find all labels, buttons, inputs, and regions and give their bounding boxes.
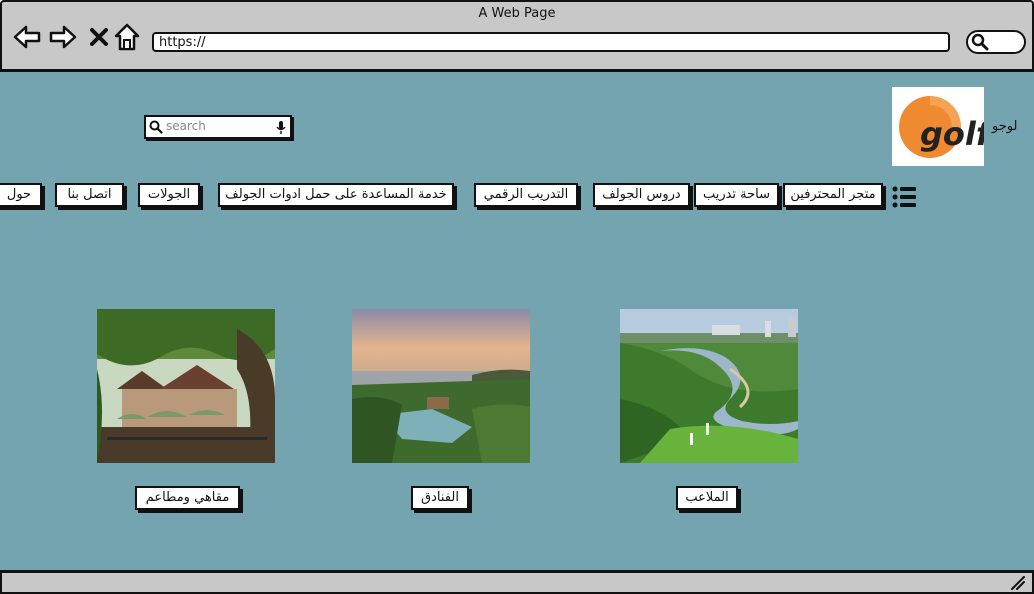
home-button[interactable] — [112, 22, 142, 52]
home-icon — [114, 23, 140, 51]
golf-logo-icon: golf — [899, 96, 994, 158]
address-text: https:// — [159, 35, 206, 50]
nav-contact-us[interactable]: اتصل بنا — [55, 183, 124, 207]
golf-course-image[interactable] — [620, 309, 798, 463]
hamburger-icon — [892, 186, 916, 208]
window-title: A Web Page — [478, 6, 556, 21]
search-icon — [149, 120, 163, 134]
search-icon — [971, 33, 989, 51]
resize-grip-icon[interactable] — [1010, 576, 1026, 590]
arrow-left-icon — [13, 25, 41, 49]
status-bar — [0, 570, 1034, 594]
arrow-right-icon — [49, 25, 77, 49]
stop-button[interactable] — [84, 22, 114, 52]
page-content: لوجو golf search متجر المحترفين ساحة تدر… — [0, 72, 1034, 570]
nav-digital-training[interactable]: التدريب الرقمي — [474, 183, 578, 207]
x-icon — [90, 28, 108, 46]
card-label-hotels[interactable]: الفنادق — [411, 486, 469, 510]
cafes-image[interactable] — [97, 309, 275, 463]
cafe-photo — [97, 309, 275, 463]
menu-button[interactable] — [892, 185, 918, 209]
logo-text: golf — [920, 115, 984, 153]
forward-button[interactable] — [48, 22, 78, 52]
logo[interactable]: golf — [892, 87, 994, 166]
back-button[interactable] — [12, 22, 42, 52]
nav-practice-range[interactable]: ساحة تدريب — [694, 183, 779, 207]
search-input[interactable]: search — [144, 115, 292, 139]
microphone-icon[interactable] — [276, 120, 286, 135]
logo-label: لوجو — [992, 119, 1018, 134]
nav-golf-lessons[interactable]: دروس الجولف — [593, 183, 690, 207]
nav-pro-shop[interactable]: متجر المحترفين — [783, 183, 883, 207]
nav-tours[interactable]: الجولات — [138, 183, 200, 207]
card-label-courses[interactable]: الملاعب — [676, 486, 738, 510]
search-placeholder: search — [166, 119, 206, 133]
golf-course-photo — [620, 309, 798, 463]
browser-search-field[interactable] — [966, 30, 1026, 54]
nav-about[interactable]: حول — [0, 183, 42, 207]
address-bar[interactable]: https:// — [152, 32, 950, 52]
resort-photo — [352, 309, 530, 463]
card-label-cafes[interactable]: مقاهي ومطاعم — [135, 486, 240, 510]
browser-chrome: A Web Page https:// — [0, 0, 1034, 72]
nav-caddie-service[interactable]: خدمة المساعدة على حمل ادوات الجولف — [218, 183, 454, 207]
hotels-image[interactable] — [352, 309, 530, 463]
